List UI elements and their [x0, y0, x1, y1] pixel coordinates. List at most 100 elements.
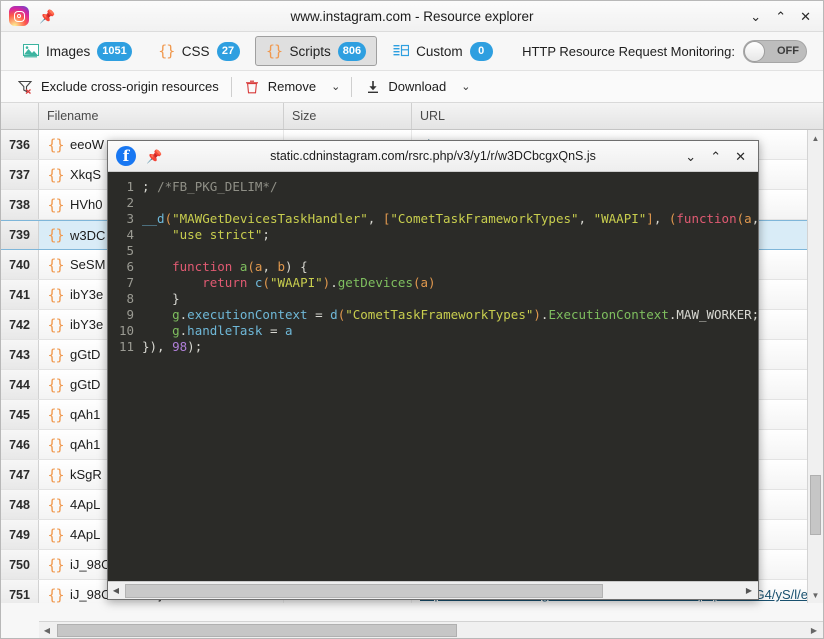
code-line: 8 }: [108, 290, 758, 306]
braces-icon: {}: [47, 256, 64, 273]
row-index: 745: [1, 400, 39, 429]
row-index: 748: [1, 490, 39, 519]
row-index: 751: [1, 580, 39, 603]
column-header-filename[interactable]: Filename: [39, 103, 284, 129]
toggle-state-label: OFF: [777, 45, 806, 57]
toggle-knob: [744, 41, 765, 62]
tab-images[interactable]: Images 1051: [11, 36, 143, 66]
code-line-text: function a(a, b) {: [142, 259, 308, 274]
minimize-icon[interactable]: ⌄: [750, 10, 761, 23]
code-line-text: }: [142, 291, 180, 306]
row-index: 744: [1, 370, 39, 399]
filename-label: SeSM: [70, 257, 105, 272]
pin-icon[interactable]: 📌: [146, 150, 162, 163]
tab-css[interactable]: {} CSS 27: [147, 36, 251, 66]
column-header-url[interactable]: URL: [412, 103, 823, 129]
maximize-icon[interactable]: ⌃: [710, 150, 721, 163]
code-line-text: "use strict";: [142, 227, 270, 242]
close-icon[interactable]: ✕: [800, 10, 811, 23]
row-index: 747: [1, 460, 39, 489]
column-header-size[interactable]: Size: [284, 103, 412, 129]
code-line: 7 return c("WAAPI").getDevices(a): [108, 274, 758, 290]
braces-icon: {}: [47, 526, 64, 543]
code-line: 6 function a(a, b) {: [108, 258, 758, 274]
tab-custom[interactable]: Custom 0: [381, 36, 504, 66]
minimize-icon[interactable]: ⌄: [685, 150, 696, 163]
braces-icon: {}: [47, 376, 64, 393]
remove-button[interactable]: Remove: [236, 75, 324, 99]
braces-icon: {}: [47, 436, 64, 453]
line-number: 5: [108, 243, 142, 258]
horizontal-scroll-thumb[interactable]: [57, 624, 457, 637]
download-dropdown-chevron-down-icon[interactable]: ⌄: [454, 80, 477, 93]
table-vertical-scrollbar[interactable]: ▲ ▼: [807, 130, 823, 603]
resource-explorer-window: 📌 www.instagram.com - Resource explorer …: [0, 0, 824, 639]
line-number: 3: [108, 211, 142, 226]
braces-icon: {}: [47, 466, 64, 483]
braces-icon: {}: [47, 196, 64, 213]
maximize-icon[interactable]: ⌃: [775, 10, 786, 23]
close-icon[interactable]: ✕: [735, 150, 746, 163]
scroll-right-arrow-icon[interactable]: ▶: [805, 626, 823, 635]
scroll-left-arrow-icon[interactable]: ◀: [39, 626, 55, 635]
row-index: 746: [1, 430, 39, 459]
braces-icon: {}: [47, 227, 64, 244]
row-index: 741: [1, 280, 39, 309]
filename-label: 4ApL: [70, 527, 100, 542]
code-viewer-window-controls: ⌄ ⌃ ✕: [685, 150, 758, 163]
braces-icon: {}: [47, 166, 64, 183]
code-line-text: g.handleTask = a: [142, 323, 293, 338]
code-scroll-left-arrow-icon[interactable]: ◀: [108, 586, 124, 595]
filter-off-icon: [17, 78, 34, 95]
list-icon: [392, 43, 409, 60]
code-line: 10 g.handleTask = a: [108, 322, 758, 338]
row-index: 738: [1, 190, 39, 219]
code-content[interactable]: 1; /*FB_PKG_DELIM*/23__d("MAWGetDevicesT…: [108, 172, 758, 581]
remove-label: Remove: [268, 79, 316, 94]
filename-label: kSgR: [70, 467, 102, 482]
row-index: 740: [1, 250, 39, 279]
code-line-text: return c("WAAPI").getDevices(a): [142, 275, 436, 290]
code-line-text: g.executionContext = d("CometTaskFramewo…: [142, 307, 758, 322]
pin-icon[interactable]: 📌: [39, 10, 55, 23]
code-horizontal-scrollbar[interactable]: ◀ ▶: [108, 581, 758, 599]
toolbar-divider: [351, 77, 352, 97]
row-index: 739: [1, 221, 39, 249]
row-index: 742: [1, 310, 39, 339]
braces-icon: {}: [47, 586, 64, 603]
code-scroll-right-arrow-icon[interactable]: ▶: [740, 586, 758, 595]
code-line: 2: [108, 194, 758, 210]
line-number: 9: [108, 307, 142, 322]
download-button[interactable]: Download: [356, 75, 454, 99]
tab-scripts[interactable]: {} Scripts 806: [255, 36, 378, 66]
image-icon: [22, 43, 39, 60]
vertical-scroll-thumb[interactable]: [810, 475, 821, 535]
tab-custom-count: 0: [470, 42, 493, 61]
action-toolbar: Exclude cross-origin resources Remove ⌄: [1, 71, 823, 103]
line-number: 10: [108, 323, 142, 338]
code-line: 4 "use strict";: [108, 226, 758, 242]
window-title: www.instagram.com - Resource explorer: [1, 9, 823, 24]
remove-dropdown-chevron-down-icon[interactable]: ⌄: [324, 80, 347, 93]
filename-label: ibY3e: [70, 287, 103, 302]
filename-label: HVh0: [70, 197, 103, 212]
exclude-cross-origin-button[interactable]: Exclude cross-origin resources: [9, 75, 227, 99]
tab-css-label: CSS: [182, 44, 210, 59]
column-header-index[interactable]: [1, 103, 39, 129]
http-monitoring-toggle[interactable]: OFF: [743, 40, 807, 63]
filename-label: w3DC: [70, 228, 105, 243]
tab-scripts-label: Scripts: [290, 44, 331, 59]
download-label: Download: [388, 79, 446, 94]
row-index: 750: [1, 550, 39, 579]
code-line: 5: [108, 242, 758, 258]
code-horizontal-scroll-thumb[interactable]: [125, 584, 603, 598]
filename-label: qAh1: [70, 437, 100, 452]
braces-icon: {}: [47, 406, 64, 423]
scroll-up-arrow-icon[interactable]: ▲: [808, 130, 823, 146]
table-horizontal-scrollbar[interactable]: ◀ ▶: [39, 621, 823, 638]
scroll-down-arrow-icon[interactable]: ▼: [808, 587, 823, 603]
tab-images-count: 1051: [97, 42, 131, 61]
tab-scripts-count: 806: [338, 42, 366, 61]
line-number: 11: [108, 339, 142, 354]
exclude-cross-origin-label: Exclude cross-origin resources: [41, 79, 219, 94]
